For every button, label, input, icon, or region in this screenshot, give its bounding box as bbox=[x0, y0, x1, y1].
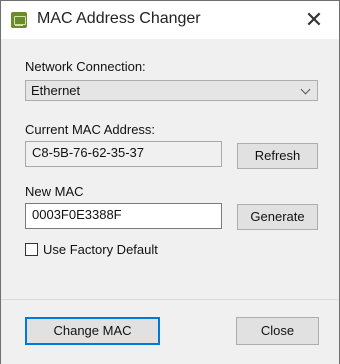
new-mac-input[interactable]: 0003F0E3388F bbox=[25, 203, 222, 229]
factory-default-checkbox[interactable] bbox=[25, 243, 38, 256]
app-icon bbox=[11, 12, 27, 28]
network-connection-select[interactable]: Ethernet bbox=[25, 80, 318, 101]
network-connection-value: Ethernet bbox=[31, 83, 81, 98]
mac-changer-window: MAC Address Changer ✕ Network Connection… bbox=[0, 0, 340, 364]
current-mac-label: Current MAC Address: bbox=[25, 122, 156, 137]
chevron-down-icon bbox=[300, 84, 311, 95]
factory-default-label[interactable]: Use Factory Default bbox=[43, 242, 158, 257]
title-bar[interactable]: MAC Address Changer ✕ bbox=[1, 1, 339, 39]
new-mac-label: New MAC bbox=[25, 184, 84, 199]
refresh-button[interactable]: Refresh bbox=[237, 143, 318, 169]
window-title: MAC Address Changer bbox=[37, 10, 201, 27]
close-window-icon[interactable]: ✕ bbox=[301, 7, 327, 33]
generate-button[interactable]: Generate bbox=[237, 204, 318, 230]
change-mac-button[interactable]: Change MAC bbox=[25, 317, 160, 345]
close-button[interactable]: Close bbox=[236, 317, 319, 345]
network-connection-label: Network Connection: bbox=[25, 59, 146, 74]
dialog-content bbox=[1, 39, 339, 299]
current-mac-field: C8-5B-76-62-35-37 bbox=[25, 141, 222, 167]
